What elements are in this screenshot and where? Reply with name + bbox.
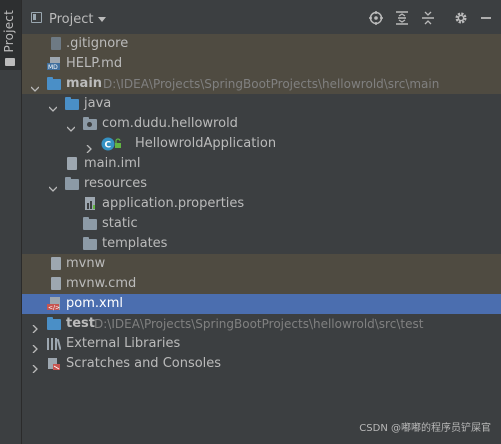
tree-item-path: D:\IDEA\Projects\SpringBootProjects\hell… [94,317,424,331]
file-icon [49,257,63,271]
tree-item-label: templates [102,236,168,251]
libraries-icon [47,337,62,351]
view-selector-title[interactable]: Project [49,12,93,27]
hide-icon[interactable] [479,11,493,25]
tree-item-mvnw[interactable]: mvnw [22,254,501,274]
tree-item-label: pom.xml [66,296,123,311]
tree-item-test[interactable]: test D:\IDEA\Projects\SpringBootProjects… [22,314,501,334]
scratches-icon [47,357,61,371]
tree-item-scratches-consoles[interactable]: Scratches and Consoles [22,354,501,374]
project-tool-tab[interactable]: Project [0,0,22,70]
chevron-down-icon[interactable] [98,17,106,22]
folder-icon [5,58,15,66]
svg-text:C: C [105,141,112,151]
tree-item-label: .gitignore [66,36,129,51]
expand-all-icon[interactable] [395,11,409,25]
tree-item-gitignore[interactable]: .gitignore [22,34,501,54]
chevron-right-icon[interactable] [31,340,39,354]
tree-item-static[interactable]: static [22,214,501,234]
properties-file-icon [83,197,97,211]
tree-item-label: main.iml [84,156,141,171]
tree-item-label: resources [84,176,148,191]
panel-header: Project [22,0,501,36]
maven-file-icon: </> [47,297,61,312]
tree-item-label: mvnw [66,256,106,271]
tree-item-package[interactable]: com.dudu.hellowrold [22,114,501,134]
project-panel: Project .gitignore MD HELP.md main D:\ID… [22,0,501,444]
tree-item-templates[interactable]: templates [22,234,501,254]
chevron-down-icon[interactable] [66,120,76,132]
tree-item-java[interactable]: java [22,94,501,114]
tree-item-label: Scratches and Consoles [66,356,222,371]
watermark: CSDN @嘟嘟的程序员铲屎官 [359,423,491,434]
tree-item-label: static [102,216,138,231]
svg-text:</>: </> [48,305,60,312]
tree-item-resources[interactable]: resources [22,174,501,194]
gitignore-file-icon [49,37,63,51]
tree-item-help-md[interactable]: MD HELP.md [22,54,501,74]
file-icon [49,277,63,291]
project-view-icon [31,12,42,23]
tree-item-application-class[interactable]: C HellowroldApplication [22,134,501,154]
source-folder-icon [65,97,79,111]
folder-icon [83,217,97,231]
tree-item-label: External Libraries [66,336,181,351]
chevron-down-icon[interactable] [48,180,58,192]
chevron-right-icon[interactable] [31,360,39,374]
tree-item-label: HELP.md [66,56,123,71]
chevron-down-icon[interactable] [30,80,40,92]
folder-icon [83,237,97,251]
tree-item-label: java [84,96,112,111]
tree-item-label: com.dudu.hellowrold [102,116,238,131]
package-icon [83,117,97,131]
chevron-right-icon[interactable] [31,320,39,334]
tree-item-path: D:\IDEA\Projects\SpringBootProjects\hell… [103,77,440,91]
tree-item-external-libraries[interactable]: External Libraries [22,334,501,354]
tree-item-label: mvnw.cmd [66,276,137,291]
spring-class-icon: C [101,137,121,151]
svg-text:MD: MD [48,64,58,71]
markdown-file-icon: MD [47,57,61,71]
iml-file-icon [65,157,79,171]
tree-item-label: main [66,76,103,91]
module-folder-icon [47,77,61,91]
project-tool-tab-label: Project [2,10,16,53]
resources-folder-icon [65,177,79,191]
tree-item-label: test [66,316,95,331]
module-folder-icon [47,317,61,331]
tool-window-strip: Project [0,0,22,444]
tree-item-label: HellowroldApplication [135,136,277,151]
tree-item-main[interactable]: main D:\IDEA\Projects\SpringBootProjects… [22,74,501,94]
tree-item-mvnw-cmd[interactable]: mvnw.cmd [22,274,501,294]
locate-icon[interactable] [369,11,383,25]
chevron-right-icon[interactable] [85,140,93,154]
tree-item-pom-xml[interactable]: </> pom.xml [22,294,501,314]
chevron-down-icon[interactable] [48,100,58,112]
tree-item-main-iml[interactable]: main.iml [22,154,501,174]
collapse-all-icon[interactable] [421,11,435,25]
gear-icon[interactable] [454,11,468,25]
tree-item-label: application.properties [102,196,245,211]
tree-item-application-properties[interactable]: application.properties [22,194,501,214]
